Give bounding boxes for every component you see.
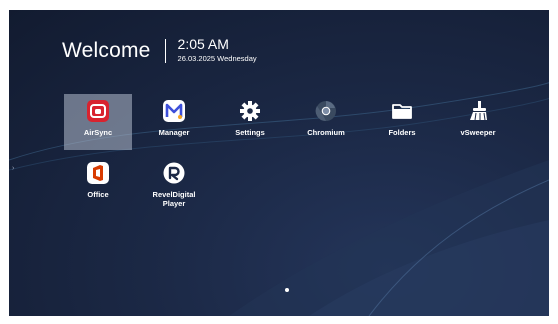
header-divider	[164, 38, 166, 63]
side-panel-arrow-icon[interactable]: ›	[12, 165, 14, 172]
folder-icon	[391, 100, 413, 122]
app-label: AirSync	[83, 128, 113, 137]
app-label: vSweeper	[460, 128, 496, 137]
app-manager[interactable]: Manager	[140, 94, 208, 150]
app-reveldigital[interactable]: RevelDigital Player	[140, 156, 208, 212]
app-folders[interactable]: Folders	[368, 94, 436, 150]
broom-icon	[467, 100, 489, 122]
airsync-icon	[87, 100, 109, 122]
clock: 2:05 AM 26.03.2025 Wednesday	[178, 37, 257, 64]
app-settings[interactable]: Settings	[216, 94, 284, 150]
app-label: Office	[87, 190, 109, 199]
clock-date: 26.03.2025 Wednesday	[177, 54, 257, 63]
manager-icon	[163, 100, 185, 122]
app-airsync[interactable]: AirSync	[64, 94, 132, 150]
app-vsweeper[interactable]: vSweeper	[444, 94, 512, 150]
office-icon	[87, 162, 109, 184]
reveldigital-icon	[163, 162, 185, 184]
app-label: Manager	[158, 128, 190, 137]
app-office[interactable]: Office	[64, 156, 132, 212]
page-indicator-dot[interactable]	[285, 288, 289, 292]
app-label: Chromium	[307, 128, 345, 137]
welcome-header: Welcome 2:05 AM 26.03.2025 Wednesday	[62, 37, 257, 64]
gear-icon	[239, 100, 261, 122]
app-label: RevelDigital Player	[152, 190, 196, 208]
display-bezel: › Welcome 2:05 AM 26.03.2025 Wednesday A…	[0, 0, 558, 324]
welcome-title: Welcome	[62, 38, 151, 62]
app-label: Folders	[388, 128, 416, 137]
app-label: Settings	[235, 128, 265, 137]
app-chromium[interactable]: Chromium	[292, 94, 360, 150]
clock-time: 2:05 AM	[177, 36, 229, 52]
launcher-screen: › Welcome 2:05 AM 26.03.2025 Wednesday A…	[9, 10, 549, 316]
chromium-icon	[315, 100, 337, 122]
